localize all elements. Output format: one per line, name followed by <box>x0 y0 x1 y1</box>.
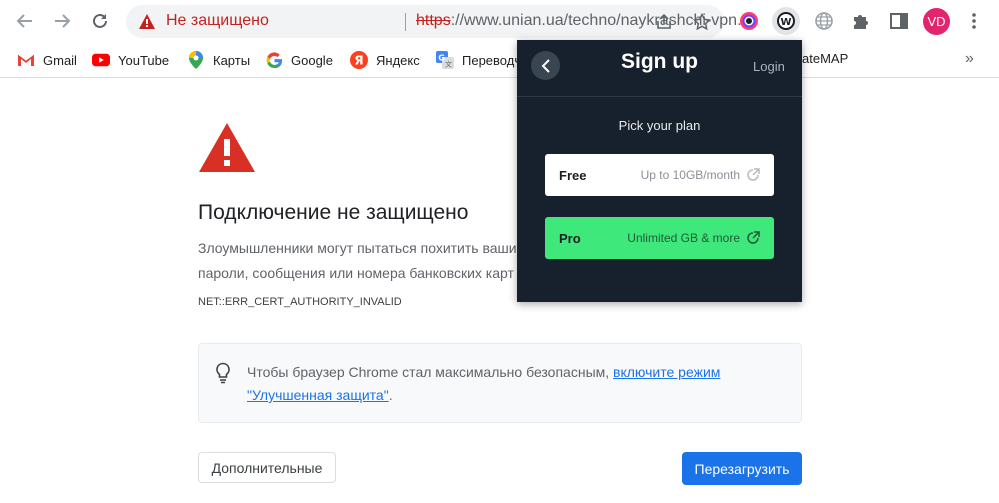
description-line: пароли, сообщения или номера банковских … <box>198 265 514 281</box>
bookmark-gmail[interactable]: Gmail <box>17 51 77 69</box>
share-icon[interactable] <box>653 11 675 33</box>
bookmark-label: Google <box>291 52 333 68</box>
plan-name: Pro <box>559 230 581 246</box>
kebab-menu-icon[interactable] <box>960 7 988 35</box>
svg-text:Я: Я <box>354 54 363 68</box>
popup-back-button[interactable] <box>531 51 560 80</box>
bookmark-partial-label[interactable]: ateMAP <box>802 51 848 66</box>
forward-arrow-icon <box>55 14 71 28</box>
reload-button[interactable] <box>86 7 114 35</box>
url-text[interactable]: https://www.unian.ua/techno/naykrashchi-… <box>416 12 766 30</box>
extension-popup: Sign up Login Pick your plan Free Up to … <box>517 40 802 302</box>
bookmark-label: Gmail <box>43 52 77 68</box>
gmail-icon <box>17 51 35 69</box>
plan-free-option[interactable]: Free Up to 10GB/month <box>545 154 774 196</box>
bookmark-star-icon[interactable] <box>691 11 713 33</box>
vpn-extension-icon[interactable]: W <box>772 7 800 35</box>
bookmark-google[interactable]: Google <box>265 51 333 69</box>
profile-avatar[interactable]: VD <box>923 8 950 35</box>
popup-login-link[interactable]: Login <box>753 59 785 74</box>
warning-icon[interactable] <box>139 14 155 34</box>
advanced-button[interactable]: Дополнительные <box>198 452 336 483</box>
plan-pro-option[interactable]: Pro Unlimited GB & more <box>545 217 774 259</box>
address-divider <box>405 13 406 31</box>
error-warning-icon <box>197 121 257 179</box>
back-arrow-icon <box>16 14 32 28</box>
tip-end: . <box>388 387 393 403</box>
translate-icon: G文 <box>436 51 454 69</box>
browser-toolbar: Не защищено https://www.unian.ua/techno/… <box>0 0 999 42</box>
external-link-icon <box>746 231 760 245</box>
security-status[interactable]: Не защищено <box>166 12 269 30</box>
plan-description: Unlimited GB & more <box>627 231 740 245</box>
chevron-left-icon <box>541 58 550 73</box>
bookmark-label: Яндекс <box>376 52 420 68</box>
popup-subtitle: Pick your plan <box>618 118 701 133</box>
google-icon <box>265 51 283 69</box>
bookmark-maps[interactable]: Карты <box>187 51 250 69</box>
plan-name: Free <box>559 167 587 183</box>
page-description: Злоумышленники могут пытаться похитить в… <box>198 236 516 286</box>
browser-window: Не защищено https://www.unian.ua/techno/… <box>0 0 999 503</box>
svg-text:文: 文 <box>445 60 452 69</box>
globe-extension-icon[interactable] <box>810 7 838 35</box>
address-bar[interactable]: Не защищено https://www.unian.ua/techno/… <box>126 5 750 38</box>
back-button[interactable] <box>11 7 39 35</box>
reload-icon <box>93 13 107 28</box>
tip-message: Чтобы браузер Chrome стал максимально бе… <box>247 364 610 380</box>
svg-text:G: G <box>438 54 445 63</box>
bookmark-label: Переводч <box>462 52 522 68</box>
tip-text: Чтобы браузер Chrome стал максимально бе… <box>247 361 787 407</box>
url-scheme: https <box>416 12 451 29</box>
yandex-icon: Я <box>350 51 368 69</box>
lightbulb-icon <box>215 362 231 389</box>
security-tip-box: Чтобы браузер Chrome стал максимально бе… <box>198 343 802 423</box>
forward-button[interactable] <box>48 7 76 35</box>
extensions-puzzle-icon[interactable] <box>847 7 875 35</box>
bookmark-youtube[interactable]: YouTube <box>92 51 169 69</box>
bookmark-yandex[interactable]: Я Яндекс <box>350 51 420 69</box>
page-title: Подключение не защищено <box>198 201 469 224</box>
plan-description: Up to 10GB/month <box>640 168 740 182</box>
maps-icon <box>187 51 205 69</box>
error-code: NET::ERR_CERT_AUTHORITY_INVALID <box>198 296 402 308</box>
reload-page-button[interactable]: Перезагрузить <box>682 452 802 485</box>
bookmarks-overflow-button[interactable]: » <box>965 50 974 68</box>
bookmarks-bar: Gmail YouTube Карты Google Я Яндекс G文 П… <box>0 42 999 78</box>
svg-text:W: W <box>780 17 791 28</box>
description-line: Злоумышленники могут пытаться похитить в… <box>198 240 516 256</box>
external-link-icon <box>746 168 760 182</box>
bookmark-translate[interactable]: G文 Переводч <box>436 51 521 69</box>
bookmark-label: Карты <box>213 52 251 68</box>
youtube-icon <box>92 51 110 69</box>
side-panel-icon[interactable] <box>885 7 913 35</box>
extension-color-icon[interactable] <box>735 7 763 35</box>
bookmark-label: YouTube <box>118 52 170 68</box>
popup-divider <box>517 96 802 97</box>
